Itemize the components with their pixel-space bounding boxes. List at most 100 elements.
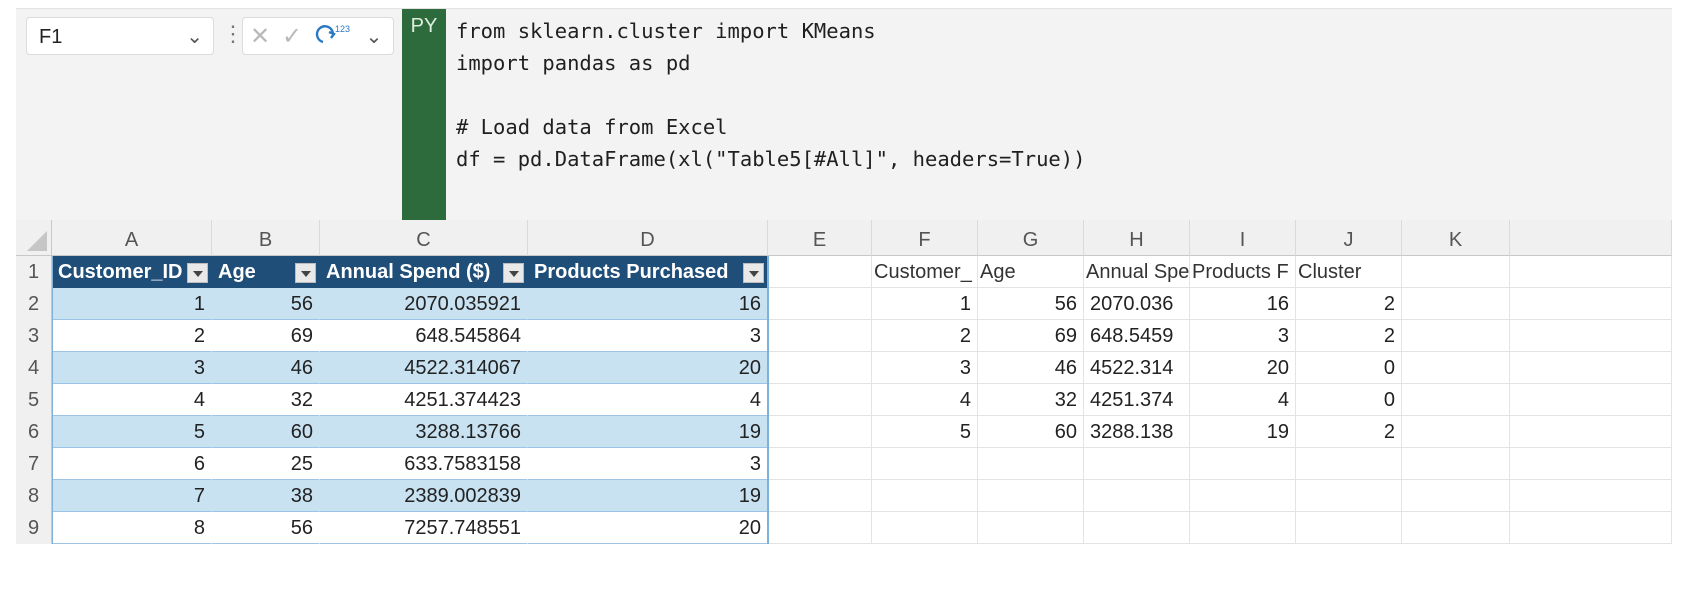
grid-cell[interactable] <box>872 448 978 480</box>
filter-dropdown-icon[interactable] <box>295 263 316 283</box>
output-cell[interactable]: 648.5459 <box>1084 320 1190 352</box>
column-header-g[interactable]: G <box>978 220 1084 256</box>
output-cell[interactable]: 5 <box>872 416 978 448</box>
table-cell[interactable]: 20 <box>528 512 768 544</box>
grid-cell[interactable] <box>1510 448 1672 480</box>
grid-cell[interactable] <box>768 256 872 288</box>
column-header-e[interactable]: E <box>768 220 872 256</box>
grid-cell[interactable] <box>1296 512 1402 544</box>
output-header-cell[interactable]: Cluster <box>1296 256 1402 288</box>
row-header-1[interactable]: 1 <box>16 256 52 288</box>
grid-cell[interactable] <box>768 480 872 512</box>
row-header-3[interactable]: 3 <box>16 320 52 352</box>
row-header-5[interactable]: 5 <box>16 384 52 416</box>
output-cell[interactable]: 4 <box>1190 384 1296 416</box>
row-header-9[interactable]: 9 <box>16 512 52 544</box>
output-cell[interactable]: 1 <box>872 288 978 320</box>
row-header-7[interactable]: 7 <box>16 448 52 480</box>
enter-icon[interactable]: ✓ <box>277 22 307 52</box>
output-cell[interactable]: 3 <box>872 352 978 384</box>
output-cell[interactable]: 3288.138 <box>1084 416 1190 448</box>
output-header-cell[interactable]: Age <box>978 256 1084 288</box>
table-cell[interactable]: 4 <box>528 384 768 416</box>
filter-dropdown-icon[interactable] <box>743 263 764 283</box>
table-cell[interactable]: 69 <box>212 320 320 352</box>
grid-cell[interactable] <box>1402 384 1510 416</box>
output-cell[interactable]: 2070.036 <box>1084 288 1190 320</box>
select-all-corner[interactable] <box>16 220 52 256</box>
output-cell[interactable]: 4522.314 <box>1084 352 1190 384</box>
output-cell[interactable]: 0 <box>1296 384 1402 416</box>
grid-cell[interactable] <box>1510 512 1672 544</box>
chevron-down-icon[interactable]: ⌄ <box>186 24 203 49</box>
output-header-cell[interactable]: Annual Spe <box>1084 256 1190 288</box>
more-vertical-icon[interactable]: ⋮ <box>222 19 244 49</box>
python-code-editor[interactable]: from sklearn.cluster import KMeans impor… <box>456 15 1656 175</box>
column-header-k[interactable]: K <box>1402 220 1510 256</box>
table-cell[interactable]: 5 <box>52 416 212 448</box>
grid-cell[interactable] <box>1190 480 1296 512</box>
table-cell[interactable]: 2070.035921 <box>320 288 528 320</box>
name-box[interactable]: F1 ⌄ <box>26 17 214 55</box>
table-cell[interactable]: 46 <box>212 352 320 384</box>
grid-cell[interactable] <box>978 512 1084 544</box>
grid-cell[interactable] <box>768 352 872 384</box>
table-cell[interactable]: 7257.748551 <box>320 512 528 544</box>
filter-dropdown-icon[interactable] <box>187 263 208 283</box>
grid-cell[interactable] <box>1402 480 1510 512</box>
grid-cell[interactable] <box>1190 448 1296 480</box>
table-cell[interactable]: 6 <box>52 448 212 480</box>
column-header-d[interactable]: D <box>528 220 768 256</box>
table-header-cell[interactable]: Products Purchased <box>528 256 768 288</box>
table-cell[interactable]: 3 <box>528 320 768 352</box>
table-cell[interactable]: 4 <box>52 384 212 416</box>
table-cell[interactable]: 648.545864 <box>320 320 528 352</box>
output-cell[interactable]: 20 <box>1190 352 1296 384</box>
output-cell[interactable]: 2 <box>872 320 978 352</box>
table-header-cell[interactable]: Age <box>212 256 320 288</box>
grid-cell[interactable] <box>768 448 872 480</box>
table-cell[interactable]: 3 <box>528 448 768 480</box>
cancel-icon[interactable]: ✕ <box>245 22 275 52</box>
grid-cell[interactable] <box>1510 416 1672 448</box>
output-header-cell[interactable]: Products F <box>1190 256 1296 288</box>
grid-cell[interactable] <box>768 320 872 352</box>
output-cell[interactable]: 0 <box>1296 352 1402 384</box>
table-cell[interactable]: 2389.002839 <box>320 480 528 512</box>
grid-cell[interactable] <box>1402 512 1510 544</box>
column-header-i[interactable]: I <box>1190 220 1296 256</box>
column-header-a[interactable]: A <box>52 220 212 256</box>
column-header-f[interactable]: F <box>872 220 978 256</box>
table-cell[interactable]: 3 <box>52 352 212 384</box>
grid-cell[interactable] <box>872 512 978 544</box>
grid-cell[interactable] <box>768 512 872 544</box>
table-cell[interactable]: 2 <box>52 320 212 352</box>
grid-cell[interactable] <box>1510 256 1672 288</box>
column-header-j[interactable]: J <box>1296 220 1402 256</box>
output-cell[interactable]: 69 <box>978 320 1084 352</box>
table-cell[interactable]: 4522.314067 <box>320 352 528 384</box>
table-cell[interactable]: 19 <box>528 480 768 512</box>
table-cell[interactable]: 4251.374423 <box>320 384 528 416</box>
row-header-8[interactable]: 8 <box>16 480 52 512</box>
table-cell[interactable]: 1 <box>52 288 212 320</box>
column-header-h[interactable]: H <box>1084 220 1190 256</box>
row-header-4[interactable]: 4 <box>16 352 52 384</box>
table-cell[interactable]: 8 <box>52 512 212 544</box>
grid-cell[interactable] <box>768 288 872 320</box>
grid-cell[interactable] <box>1510 288 1672 320</box>
grid-cell[interactable] <box>1084 512 1190 544</box>
row-header-6[interactable]: 6 <box>16 416 52 448</box>
table-cell[interactable]: 3288.13766 <box>320 416 528 448</box>
grid-cell[interactable] <box>1510 320 1672 352</box>
column-header-c[interactable]: C <box>320 220 528 256</box>
grid-cell[interactable] <box>1510 384 1672 416</box>
grid-cell[interactable] <box>1084 448 1190 480</box>
table-cell[interactable]: 32 <box>212 384 320 416</box>
table-cell[interactable]: 56 <box>212 288 320 320</box>
grid-cell[interactable] <box>1402 320 1510 352</box>
grid-cell[interactable] <box>1402 448 1510 480</box>
table-header-cell[interactable]: Customer_ID <box>52 256 212 288</box>
grid-cell[interactable] <box>768 384 872 416</box>
output-cell[interactable]: 46 <box>978 352 1084 384</box>
